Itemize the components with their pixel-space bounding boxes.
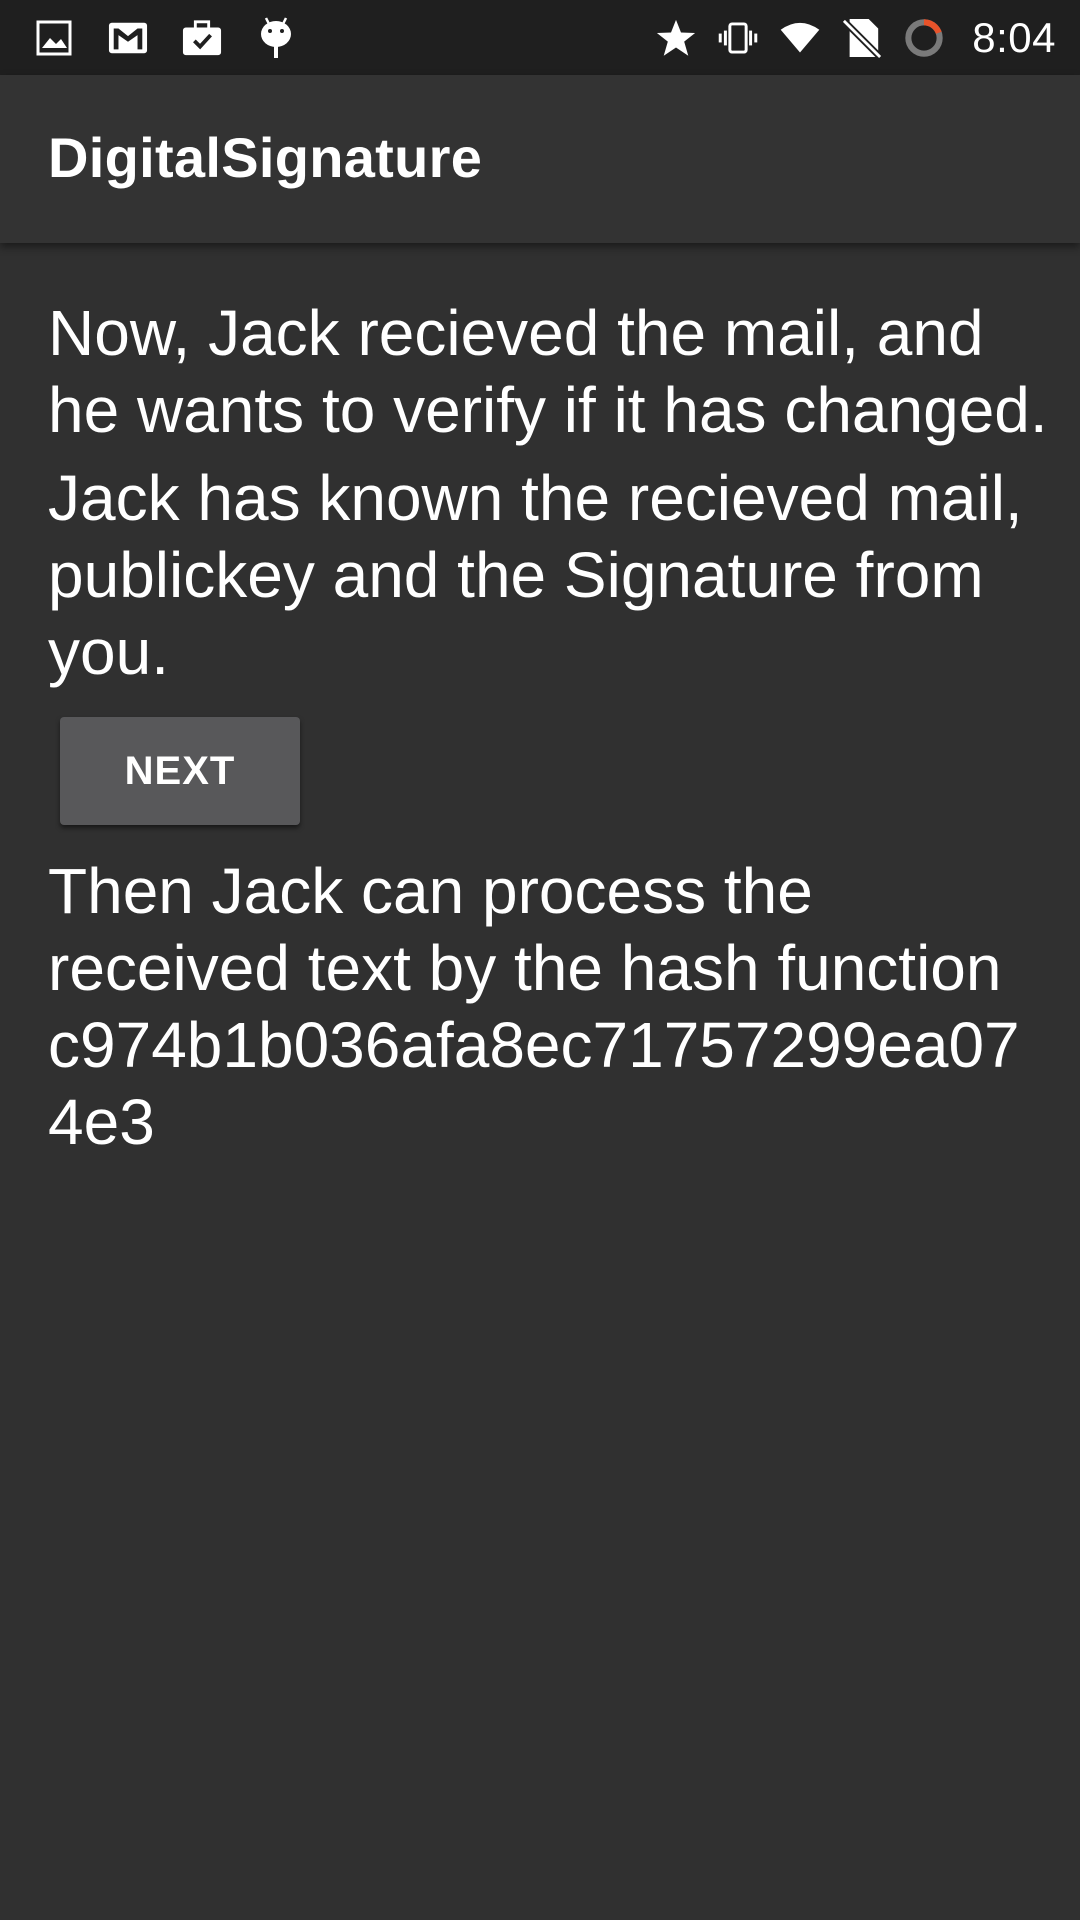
sync-icon <box>904 18 944 58</box>
android-debug-icon <box>256 16 296 58</box>
app-bar: DigitalSignature <box>0 75 1080 243</box>
status-bar: 8:04 <box>0 0 1080 75</box>
star-icon <box>656 18 696 58</box>
work-briefcase-icon <box>182 18 222 58</box>
system-icons: 8:04 <box>656 0 1056 75</box>
vibrate-icon <box>718 18 758 58</box>
app-title: DigitalSignature <box>48 126 483 189</box>
notification-icons <box>34 0 296 75</box>
hash-value: c974b1b036afa8ec71757299ea074e3 <box>48 1009 1020 1158</box>
known-info-text: Jack has known the recieved mail, public… <box>48 462 1023 688</box>
intro-text: Now, Jack recieved the mail, and he want… <box>48 297 1048 446</box>
wifi-icon <box>780 18 820 58</box>
image-icon <box>34 18 74 58</box>
status-clock: 8:04 <box>972 13 1056 61</box>
hash-description-text: Then Jack can process the received text … <box>48 855 1002 1004</box>
main-content: Now, Jack recieved the mail, and he want… <box>48 295 1048 1161</box>
no-sim-icon <box>842 18 883 59</box>
gmail-icon <box>108 18 148 58</box>
hash-section: Then Jack can process the received text … <box>48 853 1048 1161</box>
next-button[interactable]: NEXT <box>60 717 300 825</box>
